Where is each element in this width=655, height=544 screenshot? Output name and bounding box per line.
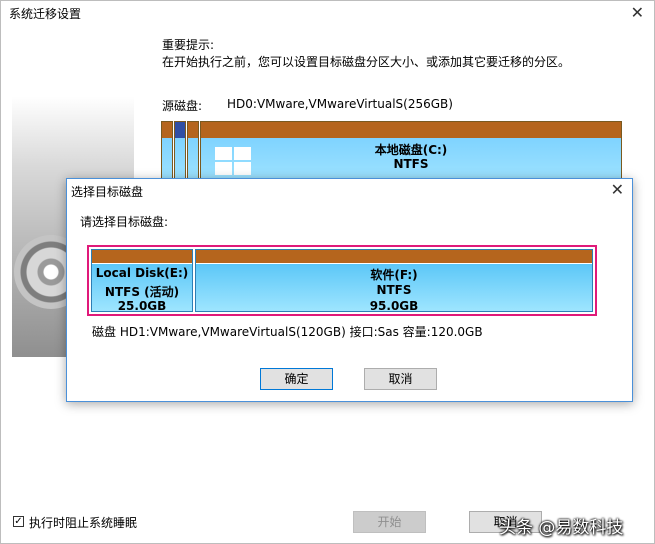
partition-size: 95.0GB [369,299,419,313]
tip-heading: 重要提示: [162,38,215,52]
ok-button[interactable]: 确定 [260,368,333,390]
source-partition-1[interactable] [161,121,173,183]
prevent-sleep-label: 执行时阻止系统睡眠 [29,516,138,530]
target-partition-e[interactable]: Local Disk(E:) NTFS (活动) 25.0GB [91,249,193,313]
target-disk-selector[interactable]: Local Disk(E:) NTFS (活动) 25.0GB 软件(F:) N… [87,245,597,316]
system-migration-window: 系统迁移设置 ✕ 重要提示: 在开始执行之前，您可以设置目标磁盘分区大小、或添加… [0,0,655,544]
watermark: 头条 @易数科技 [499,518,624,538]
dialog-close-icon[interactable]: ✕ [611,180,624,199]
select-target-disk-dialog: 选择目标磁盘 ✕ 请选择目标磁盘: Local Disk(E:) NTFS (活… [66,178,633,402]
cancel-button[interactable]: 取消 [364,368,437,390]
source-partition-c-fs: NTFS [393,157,429,171]
prevent-sleep-checkbox[interactable]: ✓ [13,516,24,527]
source-disk-value: HD0:VMware,VMwareVirtualS(256GB) [227,97,453,111]
partition-name: 软件(F:) [370,268,418,282]
start-button[interactable]: 开始 [353,511,426,533]
source-partition-c-name: 本地磁盘(C:) [374,143,448,157]
source-disk-label: 源磁盘: [162,99,203,113]
window-title: 系统迁移设置 [9,7,82,21]
tip-body: 在开始执行之前，您可以设置目标磁盘分区大小、或添加其它要迁移的分区。 [162,55,571,69]
partition-size: 25.0GB [117,299,167,313]
target-disk-info: 磁盘 HD1:VMware,VMwareVirtualS(120GB) 接口:S… [92,325,483,339]
target-partition-f[interactable]: 软件(F:) NTFS 95.0GB [195,249,593,313]
window-close-icon[interactable]: ✕ [631,3,644,22]
source-partition-2[interactable] [174,121,186,183]
partition-fs: NTFS (活动) [104,285,180,299]
dialog-title: 选择目标磁盘 [71,185,144,199]
source-partition-3[interactable] [187,121,199,183]
partition-name: Local Disk(E:) [95,266,189,280]
dialog-prompt: 请选择目标磁盘: [80,215,169,229]
partition-fs: NTFS [376,283,412,297]
